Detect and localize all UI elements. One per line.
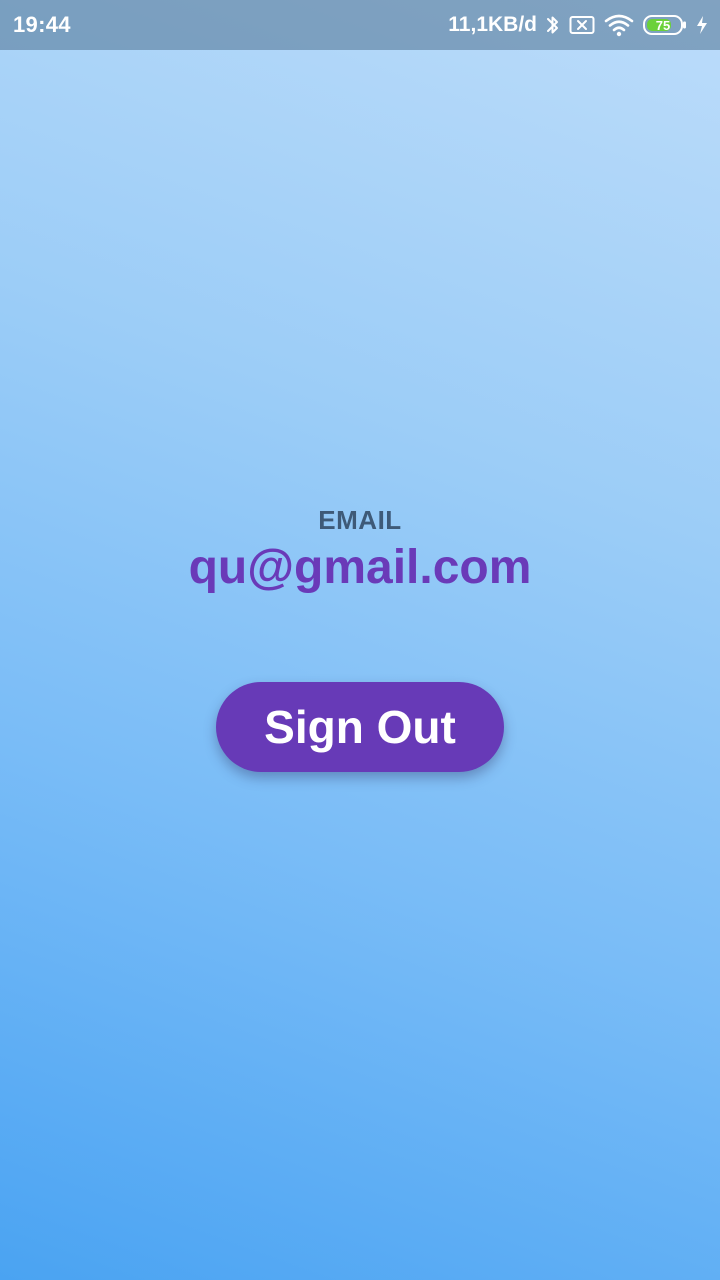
email-value: qu@gmail.com bbox=[188, 541, 532, 594]
app-screen: 19:44 11,1KB/d 75 EMAIL qu@gmail.com Sig… bbox=[0, 0, 720, 1280]
profile-content: EMAIL qu@gmail.com Sign Out bbox=[0, 0, 720, 1280]
email-label: EMAIL bbox=[318, 505, 402, 535]
sign-out-button[interactable]: Sign Out bbox=[216, 682, 504, 772]
